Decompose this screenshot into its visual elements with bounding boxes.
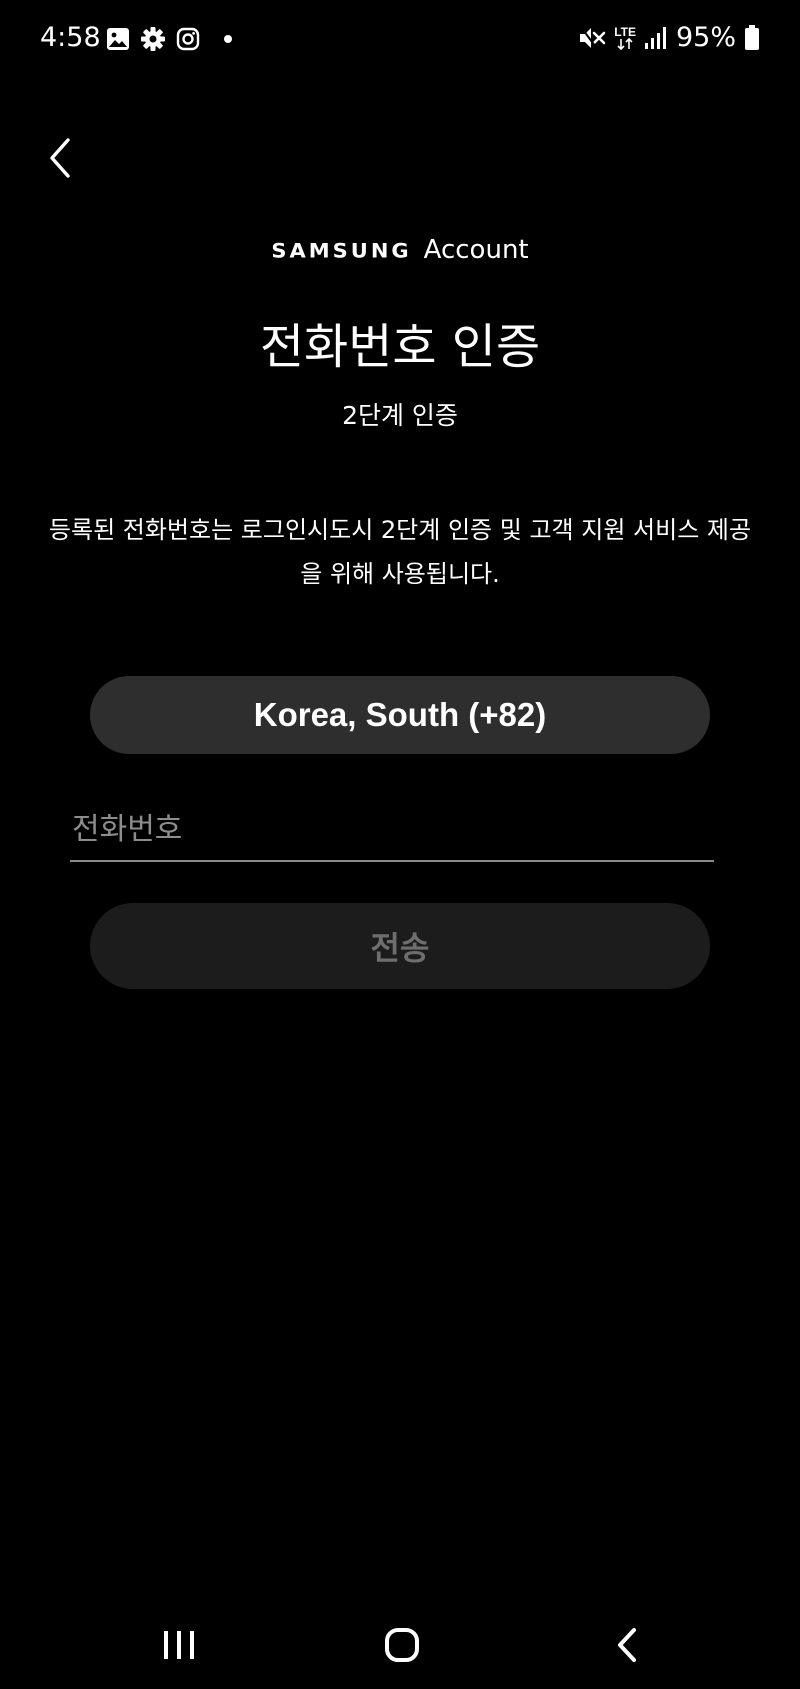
- nav-back-button[interactable]: [567, 1600, 687, 1689]
- country-code-label: Korea, South (+82): [253, 696, 547, 733]
- samsung-account-logo: SAMSUNG Account: [0, 230, 800, 271]
- status-system-icons: LTE 95%: [578, 20, 760, 56]
- brand-samsung: SAMSUNG: [271, 239, 412, 263]
- description-text: 등록된 전화번호는 로그인시도시 2단계 인증 및 고객 지원 서비스 제공을 …: [48, 516, 752, 588]
- battery-percent: 95%: [675, 22, 736, 53]
- home-icon: [385, 1627, 419, 1662]
- chevron-left-icon: [50, 138, 70, 178]
- back-button[interactable]: [36, 128, 86, 188]
- gallery-icon: [106, 27, 130, 51]
- back-icon: [618, 1627, 636, 1662]
- phone-number-input[interactable]: [70, 798, 714, 862]
- status-bar: 4:58 LTE 95%: [0, 0, 800, 76]
- page-title: 전화번호 인증: [259, 319, 541, 375]
- status-time: 4:58: [40, 22, 101, 53]
- signal-icon: [644, 26, 668, 50]
- notification-dot-icon: [224, 35, 232, 43]
- instagram-icon: [176, 27, 200, 51]
- mute-icon: [578, 25, 606, 51]
- country-code-selector[interactable]: Korea, South (+82): [90, 676, 710, 754]
- send-button-label: 전송: [370, 929, 430, 967]
- nav-home-button[interactable]: [342, 1600, 462, 1689]
- lte-icon: LTE: [614, 26, 636, 50]
- lte-label: LTE: [614, 25, 636, 39]
- battery-icon: [744, 25, 760, 51]
- settings-gear-icon: [140, 26, 166, 52]
- nav-recents-button[interactable]: [119, 1600, 239, 1689]
- send-button[interactable]: 전송: [90, 903, 710, 989]
- status-notification-icons: [106, 24, 232, 54]
- page-subtitle: 2단계 인증: [342, 401, 458, 430]
- navigation-bar: [0, 1600, 800, 1689]
- brand-account: Account: [423, 235, 529, 265]
- recents-icon: [164, 1630, 194, 1659]
